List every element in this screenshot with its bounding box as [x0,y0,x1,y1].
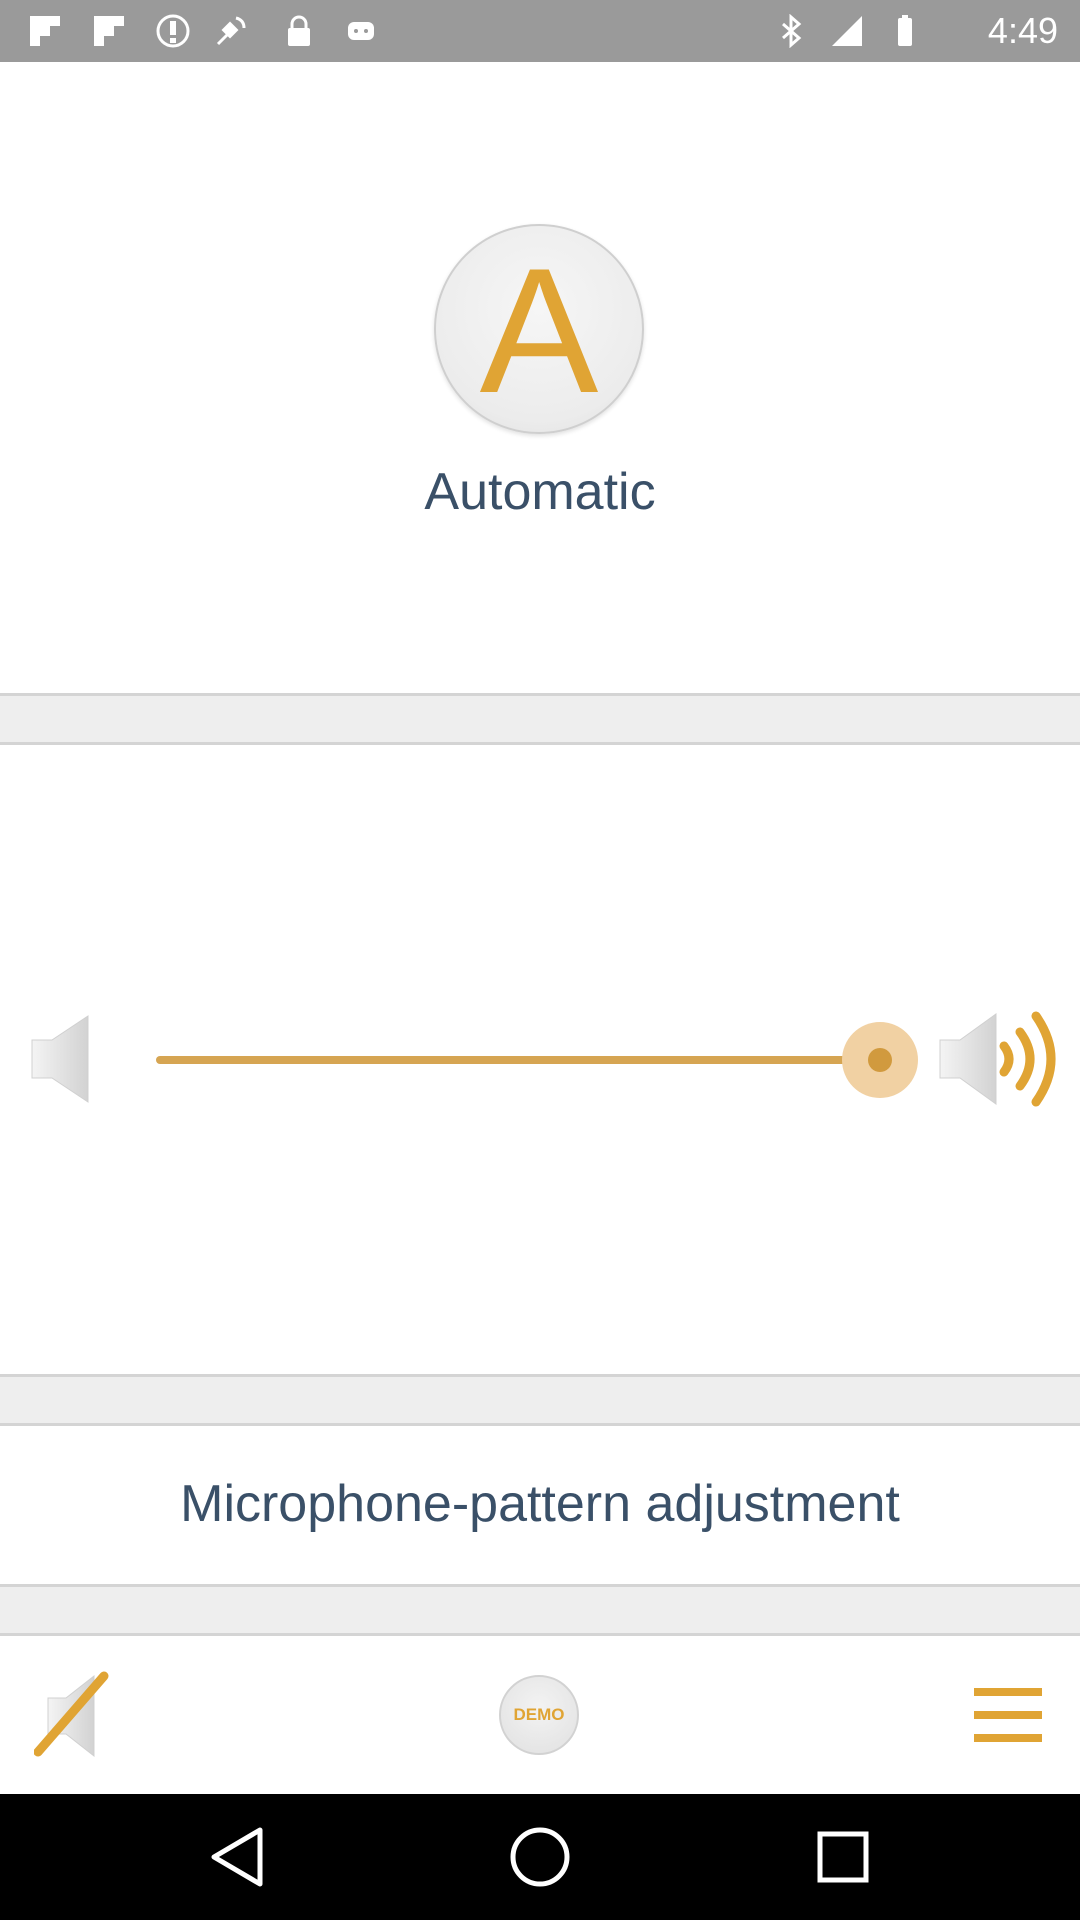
demo-button[interactable]: DEMO [499,1675,579,1755]
divider [0,1584,1080,1636]
slider-track [156,1056,876,1064]
status-bar: 4:49 [0,0,1080,62]
back-icon[interactable] [178,1794,298,1920]
bluetooth-icon [782,14,802,48]
home-icon[interactable] [480,1794,600,1920]
navigation-bar [0,1794,1080,1920]
volume-high-icon[interactable] [938,1006,1062,1112]
demo-label: DEMO [513,1705,565,1724]
flipboard-icon [30,16,60,46]
recents-icon[interactable] [783,1794,903,1920]
mute-icon[interactable] [34,1670,110,1760]
mode-label: Automatic [424,463,656,521]
clock: 4:49 [987,10,1058,51]
flipboard-icon [94,16,124,46]
android-icon [348,22,374,40]
divider [0,693,1080,745]
battery-icon [898,15,912,46]
signal-icon [832,16,862,46]
divider [0,1374,1080,1426]
mode-letter: A [479,231,599,430]
mode-button[interactable]: A [434,224,644,434]
volume-low-icon[interactable] [30,1014,90,1104]
alert-icon [156,14,190,48]
microphone-pattern-title[interactable]: Microphone-pattern adjustment [0,1474,1080,1534]
slider-thumb-dot [868,1048,892,1072]
slider-thumb[interactable] [842,1022,918,1098]
lock-icon [288,15,310,46]
menu-icon[interactable] [974,1688,1042,1742]
fake-gps-icon [216,16,246,46]
volume-slider[interactable] [156,1020,918,1100]
